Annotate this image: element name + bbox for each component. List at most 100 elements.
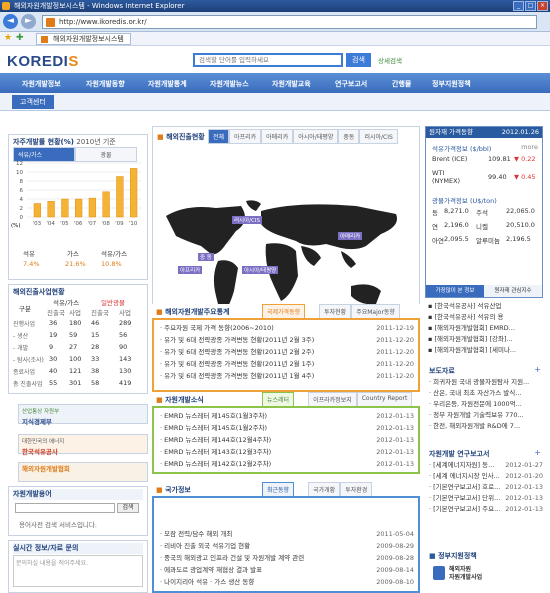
research-item[interactable]: · [기본연구보고서] 주요... 2012-01-13	[429, 504, 543, 515]
item-title[interactable]: 유가 및 6대 전략광종 가격변동 현황(2011년 2월 3주)	[164, 336, 314, 344]
banner-mke[interactable]: 산업통상 자원부 지식경제부	[18, 404, 148, 426]
more-link[interactable]: more	[521, 143, 538, 151]
map-label[interactable]: 러시아/CIS	[232, 216, 262, 224]
list-item[interactable]: · 에콰도르 광업계약 재협상 결과 발표 2009-08-14	[160, 564, 414, 576]
research-title[interactable]: · [세계에너지자원] 동...	[429, 461, 494, 469]
gov-text[interactable]: 해외자원 자원개발사업	[449, 566, 482, 582]
research-title[interactable]: · [기본연구보고서] 단위...	[429, 494, 500, 502]
list-item[interactable]: · 중국의 해외광고 인프라 건설 및 자원개발 계약 관련 2009-08-28	[160, 552, 414, 564]
map-tab[interactable]: 전체	[208, 129, 230, 144]
address-field[interactable]: http://www.ikoredis.or.kr/	[42, 15, 537, 29]
item-title[interactable]: 리비아 진출 외국 석유기업 현황	[164, 542, 250, 550]
list-item[interactable]: · 유가 및 6대 전략광종 가격변동 현황(2011년 1월 4주) 2011-…	[160, 370, 414, 382]
list-item[interactable]: · 유가 및 6대 전략광종 가격변동 현황(2011년 2월 2주) 2011-…	[160, 346, 414, 358]
country-tab[interactable]: 투자환경	[340, 482, 373, 497]
list-item[interactable]: · 유가 및 6대 전략광종 가격변동 현황(2011년 2월 3주) 2011-…	[160, 334, 414, 346]
sub-nav-item[interactable]: 고객센터	[12, 95, 54, 109]
list-item[interactable]: · EMRD 뉴스레터 제144호(12월4주차) 2012-01-13	[160, 434, 414, 446]
search-input[interactable]: 검색할 단어를 입력하세요	[193, 53, 343, 67]
map-tab[interactable]: 아시아/태평양	[293, 129, 339, 144]
research-title[interactable]: · [세계 에너지시장 인사...	[429, 472, 500, 480]
newsletter-tab[interactable]: 뉴스레터	[262, 392, 295, 407]
research-title[interactable]: · [기본연구보고서] 호로...	[429, 483, 500, 491]
interest-tab[interactable]: 원자재 관심지수	[484, 285, 542, 297]
popular-item[interactable]: ▪ [해외자원개발협회] [세미나...	[428, 345, 543, 356]
qna-textarea[interactable]: 문의하실 내용을 적어주세요.	[13, 555, 143, 587]
list-item[interactable]: · 주요자원 국제 가격 동향(2006~2010) 2011-12-19	[160, 322, 414, 334]
policy-tab[interactable]: 투자현황	[319, 304, 352, 319]
popular-item[interactable]: ▪ [한국석유공사] 석유산업	[428, 301, 543, 312]
country-tab[interactable]: 국가개황	[308, 482, 341, 497]
favorites-star-icon[interactable]: ★	[4, 33, 12, 43]
item-title[interactable]: 모잠 전력/담수 해외 개최	[164, 530, 232, 538]
list-item[interactable]: · EMRD 뉴스레터 제143호(12월3주차) 2012-01-13	[160, 446, 414, 458]
policy-tab[interactable]: 국제가격동향	[262, 304, 306, 319]
reports-more-icon[interactable]: +	[534, 365, 541, 374]
map-label[interactable]: 아시아/태평양	[242, 266, 279, 274]
list-item[interactable]: · 나이지리아 석유 · 가스 생산 동향 2009-08-10	[160, 576, 414, 588]
nav-item[interactable]: 정부지원정책	[432, 79, 471, 89]
map-tab[interactable]: 중동	[338, 129, 360, 144]
report-item[interactable]: · 산은, 국내 최초 자산가스 발식...	[429, 388, 543, 399]
nav-item[interactable]: 자원개발뉴스	[210, 79, 249, 89]
list-item[interactable]: · EMRD 뉴스레터 제142호(12월2주차) 2012-01-13	[160, 458, 414, 470]
map-label[interactable]: 아메리카	[338, 232, 363, 240]
list-item[interactable]: · EMRD 뉴스레터 제145호(1월3주차) 2012-01-13	[160, 410, 414, 422]
item-title[interactable]: 나이지리아 석유 · 가스 생산 동향	[164, 578, 254, 586]
popular-item[interactable]: ▪ [한국석유공사] 석유의 용	[428, 312, 543, 323]
research-item[interactable]: · [기본연구보고서] 호로... 2012-01-13	[429, 482, 543, 493]
popular-item[interactable]: ▪ [해외자원개발협회] EMRD...	[428, 323, 543, 334]
item-title[interactable]: 주요자원 국제 가격 동향(2006~2010)	[164, 324, 274, 332]
research-item[interactable]: · [세계에너지자원] 동... 2012-01-27	[429, 460, 543, 471]
back-icon[interactable]: ◄	[3, 14, 18, 29]
research-item[interactable]: · [기본연구보고서] 단위... 2012-01-13	[429, 493, 543, 504]
list-item[interactable]: · 모잠 전력/담수 해외 개최 2011-05-04	[160, 528, 414, 540]
banner-kores[interactable]: 해외자원개발협회	[18, 462, 148, 482]
map-label[interactable]: 중 동	[198, 253, 214, 261]
search-button[interactable]: 검색	[346, 53, 371, 67]
map-tab[interactable]: 아프리카	[229, 129, 262, 144]
add-favorite-icon[interactable]: ✚	[16, 33, 24, 43]
map-tab[interactable]: 아메리카	[261, 129, 294, 144]
item-title[interactable]: 유가 및 6대 전략광종 가격변동 현황(2011년 2월 1주)	[164, 360, 314, 368]
popular-tab[interactable]: 가장많이 본 정보	[426, 285, 484, 297]
glossary-input[interactable]	[15, 503, 115, 513]
item-title[interactable]: 유가 및 6대 전략광종 가격변동 현황(2011년 1월 4주)	[164, 372, 314, 380]
item-title[interactable]: EMRD 뉴스레터 제145호(1월3주차)	[164, 412, 267, 420]
research-more-icon[interactable]: +	[534, 448, 541, 457]
item-title[interactable]: EMRD 뉴스레터 제143호(12월3주차)	[164, 448, 271, 456]
nav-item[interactable]: 자원개발교육	[272, 79, 311, 89]
item-title[interactable]: EMRD 뉴스레터 제144호(12월4주차)	[164, 436, 271, 444]
research-title[interactable]: · [기본연구보고서] 주요...	[429, 505, 500, 513]
list-item[interactable]: · EMRD 뉴스레터 제145호(1월2주차) 2012-01-13	[160, 422, 414, 434]
report-item[interactable]: · 한전, 해외자원개발 R&D에 7...	[429, 421, 543, 432]
browser-tab[interactable]: 해외자원개발정보시스템	[36, 33, 131, 45]
list-item[interactable]: · 유가 및 6대 전략광종 가격변동 현황(2011년 2월 1주) 2011-…	[160, 358, 414, 370]
research-item[interactable]: · [세계 에너지시장 인사... 2012-01-20	[429, 471, 543, 482]
glossary-search-button[interactable]: 검색	[117, 503, 139, 513]
banner-knoc[interactable]: 대한민국의 에너지 한국석유공사	[18, 434, 148, 456]
nav-item[interactable]: 자원개발동향	[86, 79, 125, 89]
item-title[interactable]: EMRD 뉴스레터 제145호(1월2주차)	[164, 424, 267, 432]
nav-item[interactable]: 연구보고서	[335, 79, 367, 89]
minimize-button[interactable]: _	[513, 1, 524, 11]
forward-icon[interactable]: ►	[21, 14, 36, 29]
policy-tab[interactable]: 주요Major동향	[351, 304, 400, 319]
newsletter-tab[interactable]: 이프라카정보지	[308, 392, 357, 407]
country-tab[interactable]: 최근동향	[262, 482, 295, 497]
report-item[interactable]: · 우리은등, 자원전문에 1000억...	[429, 399, 543, 410]
map-label[interactable]: 아프리카	[178, 266, 203, 274]
report-item[interactable]: · 정부 자원개발 기술력보유 770...	[429, 410, 543, 421]
nav-item[interactable]: 간행물	[392, 79, 411, 89]
item-title[interactable]: EMRD 뉴스레터 제142호(12월2주차)	[164, 460, 271, 468]
list-item[interactable]: · 리비아 진출 외국 석유기업 현황 2009-08-29	[160, 540, 414, 552]
maximize-button[interactable]: □	[525, 1, 536, 11]
item-title[interactable]: 유가 및 6대 전략광종 가격변동 현황(2011년 2월 2주)	[164, 348, 314, 356]
nav-item[interactable]: 자원개발정보	[22, 79, 61, 89]
close-button[interactable]: ×	[537, 1, 548, 11]
item-title[interactable]: 에콰도르 광업계약 재협상 결과 발표	[164, 566, 262, 574]
popular-item[interactable]: ▪ [해외자원개발협회] [강좌]...	[428, 334, 543, 345]
detail-search-link[interactable]: 상세검색	[378, 55, 402, 65]
item-title[interactable]: 중국의 해외광고 인프라 건설 및 자원개발 계약 관련	[164, 554, 304, 562]
report-item[interactable]: · 희귀자원 국내 광물자원탐사 지원...	[429, 377, 543, 388]
